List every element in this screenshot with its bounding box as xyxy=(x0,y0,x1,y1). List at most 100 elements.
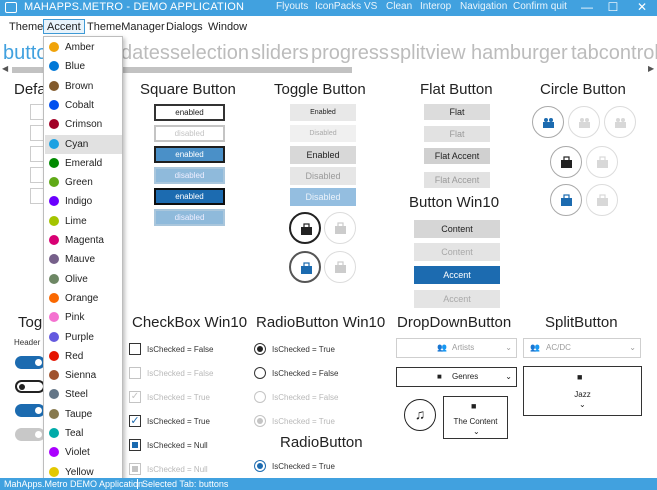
accent-item-olive[interactable]: Olive xyxy=(45,270,122,289)
toggle-button-enabled-2[interactable]: Enabled xyxy=(290,146,356,164)
accent-item-steel[interactable]: Steel xyxy=(45,385,122,404)
genres-dropdown[interactable]: ■Genres⌄ xyxy=(396,367,517,387)
menu-theme[interactable]: Theme xyxy=(6,20,46,35)
circle-button-dark[interactable] xyxy=(550,146,582,178)
flyouts-command[interactable]: Flyouts xyxy=(276,1,308,12)
accent-item-teal[interactable]: Teal xyxy=(45,424,122,443)
accent-item-sienna[interactable]: Sienna xyxy=(45,366,122,385)
iconpacks-command[interactable]: IconPacks xyxy=(315,1,361,12)
music-note-dropdown-button[interactable]: ♫ xyxy=(404,399,436,431)
scroll-right-icon[interactable]: ▶ xyxy=(648,64,654,73)
square-button-accent-disabled[interactable]: disabled xyxy=(154,167,225,184)
accent-item-brown[interactable]: Brown xyxy=(45,77,122,96)
tab-selection[interactable]: selection xyxy=(170,42,249,65)
circle-button[interactable] xyxy=(532,106,564,138)
tab-buttons[interactable]: butto xyxy=(3,42,47,65)
check-icon[interactable]: ✓ xyxy=(129,391,141,403)
circle-button-accent[interactable] xyxy=(550,184,582,216)
toggle-circle-button-accent-disabled[interactable] xyxy=(324,251,356,283)
accent-item-magenta[interactable]: Magenta xyxy=(45,231,122,250)
radio-dot[interactable] xyxy=(254,391,266,403)
default-button[interactable] xyxy=(30,167,44,183)
artists-dropdown[interactable]: 👥Artists⌄ xyxy=(396,338,517,358)
interop-command[interactable]: Interop xyxy=(420,1,451,12)
accent-item-blue[interactable]: Blue xyxy=(45,57,122,76)
square-button-highlight-disabled[interactable]: disabled xyxy=(154,209,225,226)
tab-tabcontrol[interactable]: tabcontrol xyxy=(571,42,657,65)
checkbox-box[interactable] xyxy=(129,439,141,451)
checkbox-box[interactable] xyxy=(129,367,141,379)
navigation-command[interactable]: Navigation xyxy=(460,1,507,12)
accent-item-red[interactable]: Red xyxy=(45,347,122,366)
menu-accent[interactable]: Accent xyxy=(43,19,85,34)
win10-accent-button[interactable]: Accent xyxy=(414,266,500,284)
confirm-quit-command[interactable]: Confirm quit xyxy=(513,1,567,12)
accent-item-lime[interactable]: Lime xyxy=(45,212,122,231)
accent-item-indigo[interactable]: Indigo xyxy=(45,192,122,211)
accent-item-green[interactable]: Green xyxy=(45,173,122,192)
accent-item-cyan[interactable]: Cyan xyxy=(45,135,122,154)
accent-item-cobalt[interactable]: Cobalt xyxy=(45,96,122,115)
accent-item-pink[interactable]: Pink xyxy=(45,308,122,327)
win10-accent-button-disabled[interactable]: Accent xyxy=(414,290,500,308)
radio-dot[interactable] xyxy=(254,460,266,472)
square-button-disabled[interactable]: disabled xyxy=(154,125,225,142)
check-icon[interactable]: ✓ xyxy=(129,415,141,427)
accent-item-purple[interactable]: Purple xyxy=(45,328,122,347)
clean-command[interactable]: Clean xyxy=(386,1,412,12)
circle-button-accent-disabled[interactable] xyxy=(586,184,618,216)
circle-button-dark-disabled[interactable] xyxy=(586,146,618,178)
toggle-button-disabled-2[interactable]: Disabled xyxy=(290,167,356,185)
tab-sliders[interactable]: sliders xyxy=(251,42,309,65)
toggle-switch-on[interactable] xyxy=(15,404,45,417)
checkbox-box[interactable] xyxy=(129,463,141,475)
toggle-switch-on[interactable] xyxy=(15,356,45,369)
acdc-splitbutton[interactable]: 👥AC/DC⌄ xyxy=(523,338,641,358)
win10-content-button-disabled[interactable]: Content xyxy=(414,243,500,261)
default-button[interactable] xyxy=(30,146,44,162)
default-button[interactable] xyxy=(30,188,44,204)
flat-button[interactable]: Flat xyxy=(424,104,490,120)
circle-button-disabled[interactable] xyxy=(604,106,636,138)
checkbox-box[interactable] xyxy=(129,343,141,355)
toggle-button-accent-disabled[interactable]: Disabled xyxy=(290,188,356,206)
default-button[interactable] xyxy=(30,125,44,141)
default-button[interactable] xyxy=(30,104,44,120)
radio-dot[interactable] xyxy=(254,343,266,355)
accent-item-emerald[interactable]: Emerald xyxy=(45,154,122,173)
menu-dialogs[interactable]: Dialogs xyxy=(163,20,206,35)
jazz-splitbutton[interactable]: ■Jazz⌄ xyxy=(523,366,642,416)
flat-button-disabled[interactable]: Flat xyxy=(424,126,490,142)
flat-accent-button-disabled[interactable]: Flat Accent xyxy=(424,172,490,188)
accent-item-violet[interactable]: Violet xyxy=(45,443,122,462)
square-button-enabled[interactable]: enabled xyxy=(154,104,225,121)
radio-dot[interactable] xyxy=(254,367,266,379)
toggle-circle-button-accent[interactable] xyxy=(289,251,321,283)
flat-accent-button[interactable]: Flat Accent xyxy=(424,148,490,164)
accent-item-amber[interactable]: Amber xyxy=(45,38,122,57)
menu-window[interactable]: Window xyxy=(205,20,250,35)
toggle-switch-disabled[interactable] xyxy=(15,428,45,441)
scroll-left-icon[interactable]: ◀ xyxy=(2,64,8,73)
maximize-button[interactable]: ☐ xyxy=(601,0,625,16)
content-dropdown-button[interactable]: ■The Content⌄ xyxy=(443,396,508,439)
minimize-button[interactable]: — xyxy=(575,0,599,16)
toggle-circle-button[interactable] xyxy=(289,212,321,244)
accent-item-crimson[interactable]: Crimson xyxy=(45,115,122,134)
tab-splitview[interactable]: splitview xyxy=(390,42,466,65)
toggle-circle-button-disabled[interactable] xyxy=(324,212,356,244)
circle-button-disabled[interactable] xyxy=(568,106,600,138)
square-button-accent-enabled[interactable]: enabled xyxy=(154,146,225,163)
radio-dot[interactable] xyxy=(254,415,266,427)
win10-content-button[interactable]: Content xyxy=(414,220,500,238)
tab-dates[interactable]: dates xyxy=(121,42,170,65)
square-button-highlight-enabled[interactable]: enabled xyxy=(154,188,225,205)
toggle-button-disabled[interactable]: Disabled xyxy=(290,125,356,142)
toggle-button-enabled[interactable]: Enabled xyxy=(290,104,356,121)
tab-hamburger[interactable]: hamburger xyxy=(471,42,568,65)
accent-item-orange[interactable]: Orange xyxy=(45,289,122,308)
tab-progress[interactable]: progress xyxy=(311,42,389,65)
accent-item-taupe[interactable]: Taupe xyxy=(45,405,122,424)
toggle-switch-off[interactable] xyxy=(15,380,45,393)
vs-command[interactable]: VS xyxy=(364,1,377,12)
